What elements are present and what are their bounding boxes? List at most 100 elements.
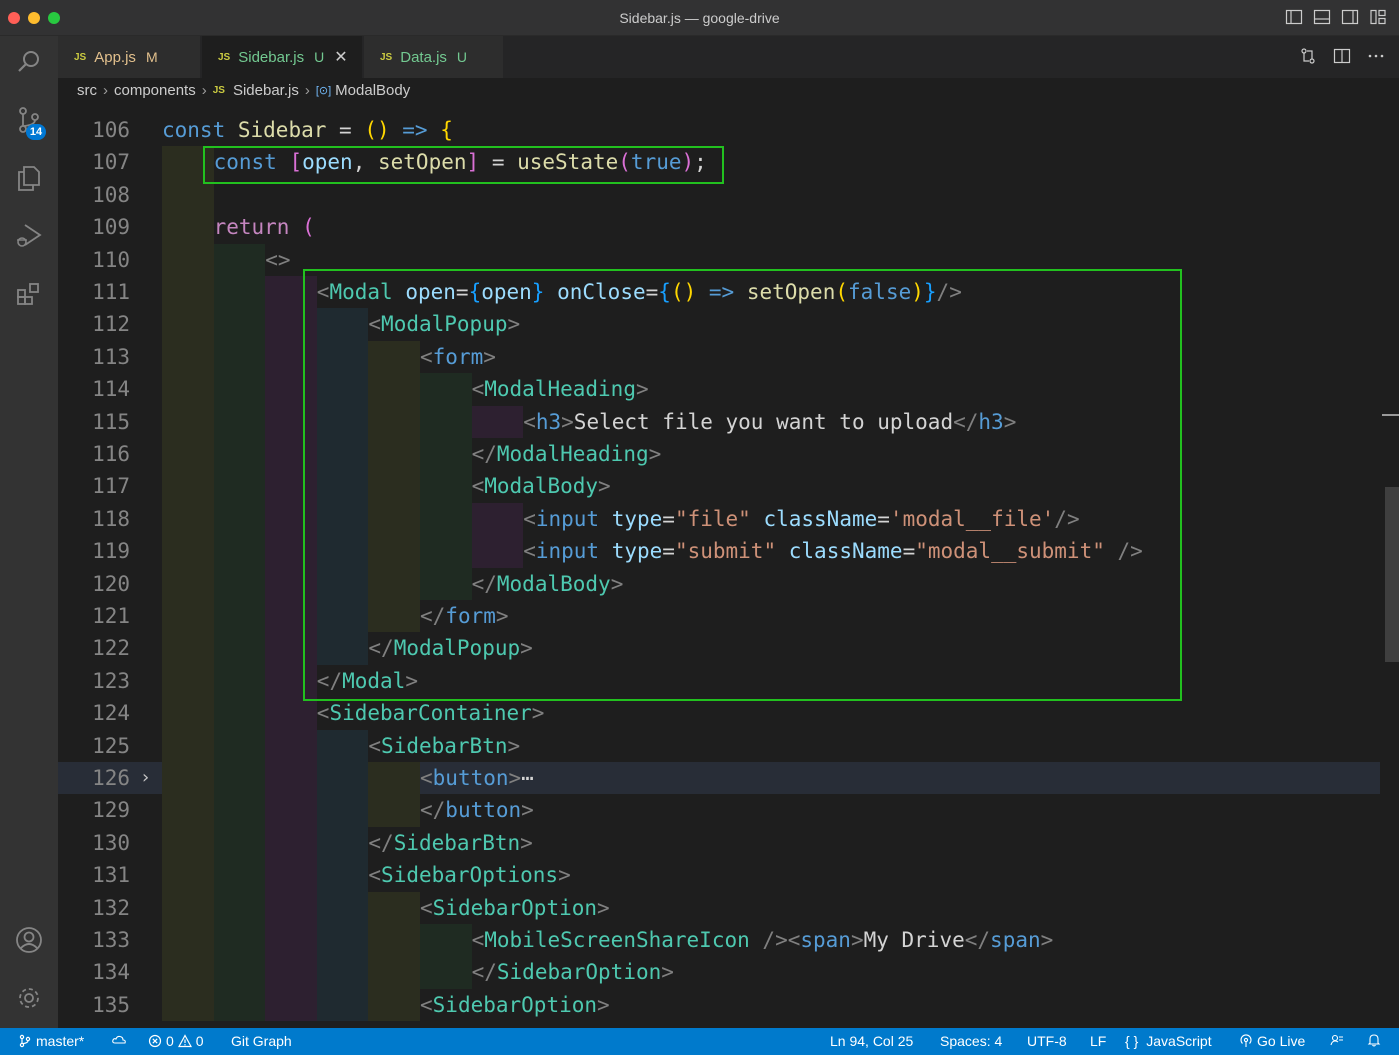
line-number[interactable]: 108	[58, 179, 130, 211]
line-number[interactable]: 117	[58, 470, 130, 502]
code-text: return (	[214, 211, 315, 243]
indent-guide	[162, 470, 214, 503]
code-line[interactable]: 126 › <button>⋯	[58, 762, 1380, 795]
eol-status[interactable]: LF	[1090, 1033, 1106, 1049]
indent-guide	[162, 632, 214, 665]
go-live-button[interactable]: Go Live	[1239, 1033, 1305, 1049]
toggle-panel-icon[interactable]	[1313, 8, 1331, 26]
code-text: <SidebarBtn>	[368, 730, 520, 762]
line-number[interactable]: 125	[58, 730, 130, 762]
toggle-primary-sidebar-icon[interactable]	[1285, 8, 1303, 26]
customize-layout-icon[interactable]	[1369, 8, 1387, 26]
tab-data-js[interactable]: JS Data.js U	[364, 36, 504, 78]
notifications-button[interactable]	[1367, 1033, 1381, 1047]
line-number[interactable]: 133	[58, 924, 130, 956]
code-token: </	[420, 798, 446, 823]
breadcrumb-item-src[interactable]: src	[77, 82, 97, 99]
breadcrumb-item-components[interactable]: components	[114, 82, 196, 99]
cursor-position[interactable]: Ln 94, Col 25	[830, 1033, 913, 1049]
indent-guide	[265, 697, 317, 730]
line-number[interactable]: 111	[58, 276, 130, 308]
line-number[interactable]: 114	[58, 373, 130, 405]
line-number[interactable]: 116	[58, 438, 130, 470]
code-line[interactable]: 135 <SidebarOption>	[58, 988, 1380, 1022]
line-number[interactable]: 122	[58, 632, 130, 664]
code-token: SidebarOption	[496, 960, 662, 985]
breadcrumb-item-symbol[interactable]: ModalBody	[335, 82, 410, 99]
code-line[interactable]: 106 const Sidebar = () => {	[58, 114, 1380, 146]
activity-explorer[interactable]	[0, 154, 58, 202]
code-token: </	[964, 928, 991, 952]
indent-guide	[265, 891, 317, 924]
activity-accounts[interactable]	[0, 916, 58, 964]
line-number[interactable]: 129	[58, 794, 130, 826]
problems-status[interactable]: 0 0	[148, 1033, 204, 1049]
tab-app-js[interactable]: JS App.js M	[58, 36, 201, 78]
code-line[interactable]: 109 return (	[58, 211, 1380, 244]
breadcrumb-item-file[interactable]: Sidebar.js	[233, 82, 299, 99]
line-number[interactable]: 121	[58, 600, 130, 632]
line-number[interactable]: 132	[58, 892, 130, 924]
encoding-status[interactable]: UTF-8	[1027, 1033, 1067, 1049]
indent-guide	[213, 762, 266, 795]
branch-status[interactable]: master*	[18, 1033, 84, 1049]
code-text: <button>⋯	[420, 762, 534, 794]
editor-scrollbar[interactable]	[1382, 102, 1399, 1028]
activity-manage[interactable]	[0, 974, 58, 1022]
sync-status[interactable]	[112, 1033, 126, 1047]
scrollbar-thumb[interactable]	[1385, 487, 1399, 662]
indentation-status[interactable]: Spaces: 4	[940, 1033, 1002, 1049]
line-number[interactable]: 109	[58, 211, 130, 243]
line-number[interactable]: 118	[58, 503, 130, 535]
code-token: <	[368, 733, 382, 758]
activity-run-debug[interactable]	[0, 212, 58, 260]
line-number[interactable]: 107	[58, 146, 130, 178]
code-line[interactable]: 132 <SidebarOption>	[58, 891, 1380, 924]
line-number[interactable]: 131	[58, 859, 130, 891]
split-editor-icon[interactable]	[1333, 47, 1351, 65]
line-number[interactable]: 110	[58, 244, 130, 276]
indent-guide	[162, 924, 214, 957]
close-tab-button[interactable]: ✕	[334, 47, 347, 67]
line-number[interactable]: 120	[58, 568, 130, 600]
code-token: {	[440, 118, 453, 142]
git-graph-button[interactable]: Git Graph	[231, 1033, 292, 1049]
code-token: ⋯	[521, 766, 534, 790]
warning-icon	[177, 1034, 192, 1048]
code-line[interactable]: 129 </button>	[58, 794, 1380, 827]
feedback-button[interactable]	[1330, 1033, 1344, 1047]
activity-extensions[interactable]	[0, 270, 58, 318]
line-number[interactable]: 130	[58, 827, 130, 859]
line-number[interactable]: 115	[58, 406, 130, 438]
language-mode[interactable]: { } JavaScript	[1125, 1033, 1212, 1049]
code-line[interactable]: 131 <SidebarOptions>	[58, 859, 1380, 892]
activity-search[interactable]	[0, 38, 58, 86]
line-number[interactable]: 126	[58, 762, 130, 794]
code-line[interactable]: 125 <SidebarBtn>	[58, 729, 1380, 762]
tab-sidebar-js[interactable]: JS Sidebar.js U ✕	[202, 36, 363, 78]
code-token: (	[302, 215, 315, 240]
toggle-secondary-sidebar-icon[interactable]	[1341, 8, 1359, 26]
line-number[interactable]: 123	[58, 665, 130, 697]
open-changes-icon[interactable]	[1299, 47, 1317, 65]
gear-icon	[19, 988, 39, 1008]
tab-label: App.js	[94, 48, 136, 66]
line-number[interactable]: 113	[58, 341, 130, 373]
code-text: </SidebarBtn>	[368, 827, 532, 859]
line-number[interactable]: 124	[58, 697, 130, 729]
line-number[interactable]: 106	[58, 114, 130, 146]
code-line[interactable]: 130 </SidebarBtn>	[58, 826, 1380, 860]
code-line[interactable]: 134 </SidebarOption>	[58, 956, 1380, 989]
fold-expand-icon[interactable]: ›	[142, 762, 149, 794]
line-number[interactable]: 119	[58, 535, 130, 567]
activity-source-control[interactable]: 14	[0, 96, 58, 144]
encoding-label: UTF-8	[1027, 1033, 1067, 1049]
code-token: >	[1040, 928, 1054, 952]
line-number[interactable]: 134	[58, 956, 130, 988]
line-number[interactable]: 112	[58, 308, 130, 340]
line-number[interactable]: 135	[58, 989, 130, 1021]
more-actions-icon[interactable]	[1367, 47, 1385, 65]
code-line[interactable]: 133 <MobileScreenShareIcon /><span>My Dri…	[58, 924, 1380, 957]
code-line[interactable]: 124 <SidebarContainer>	[58, 697, 1380, 730]
